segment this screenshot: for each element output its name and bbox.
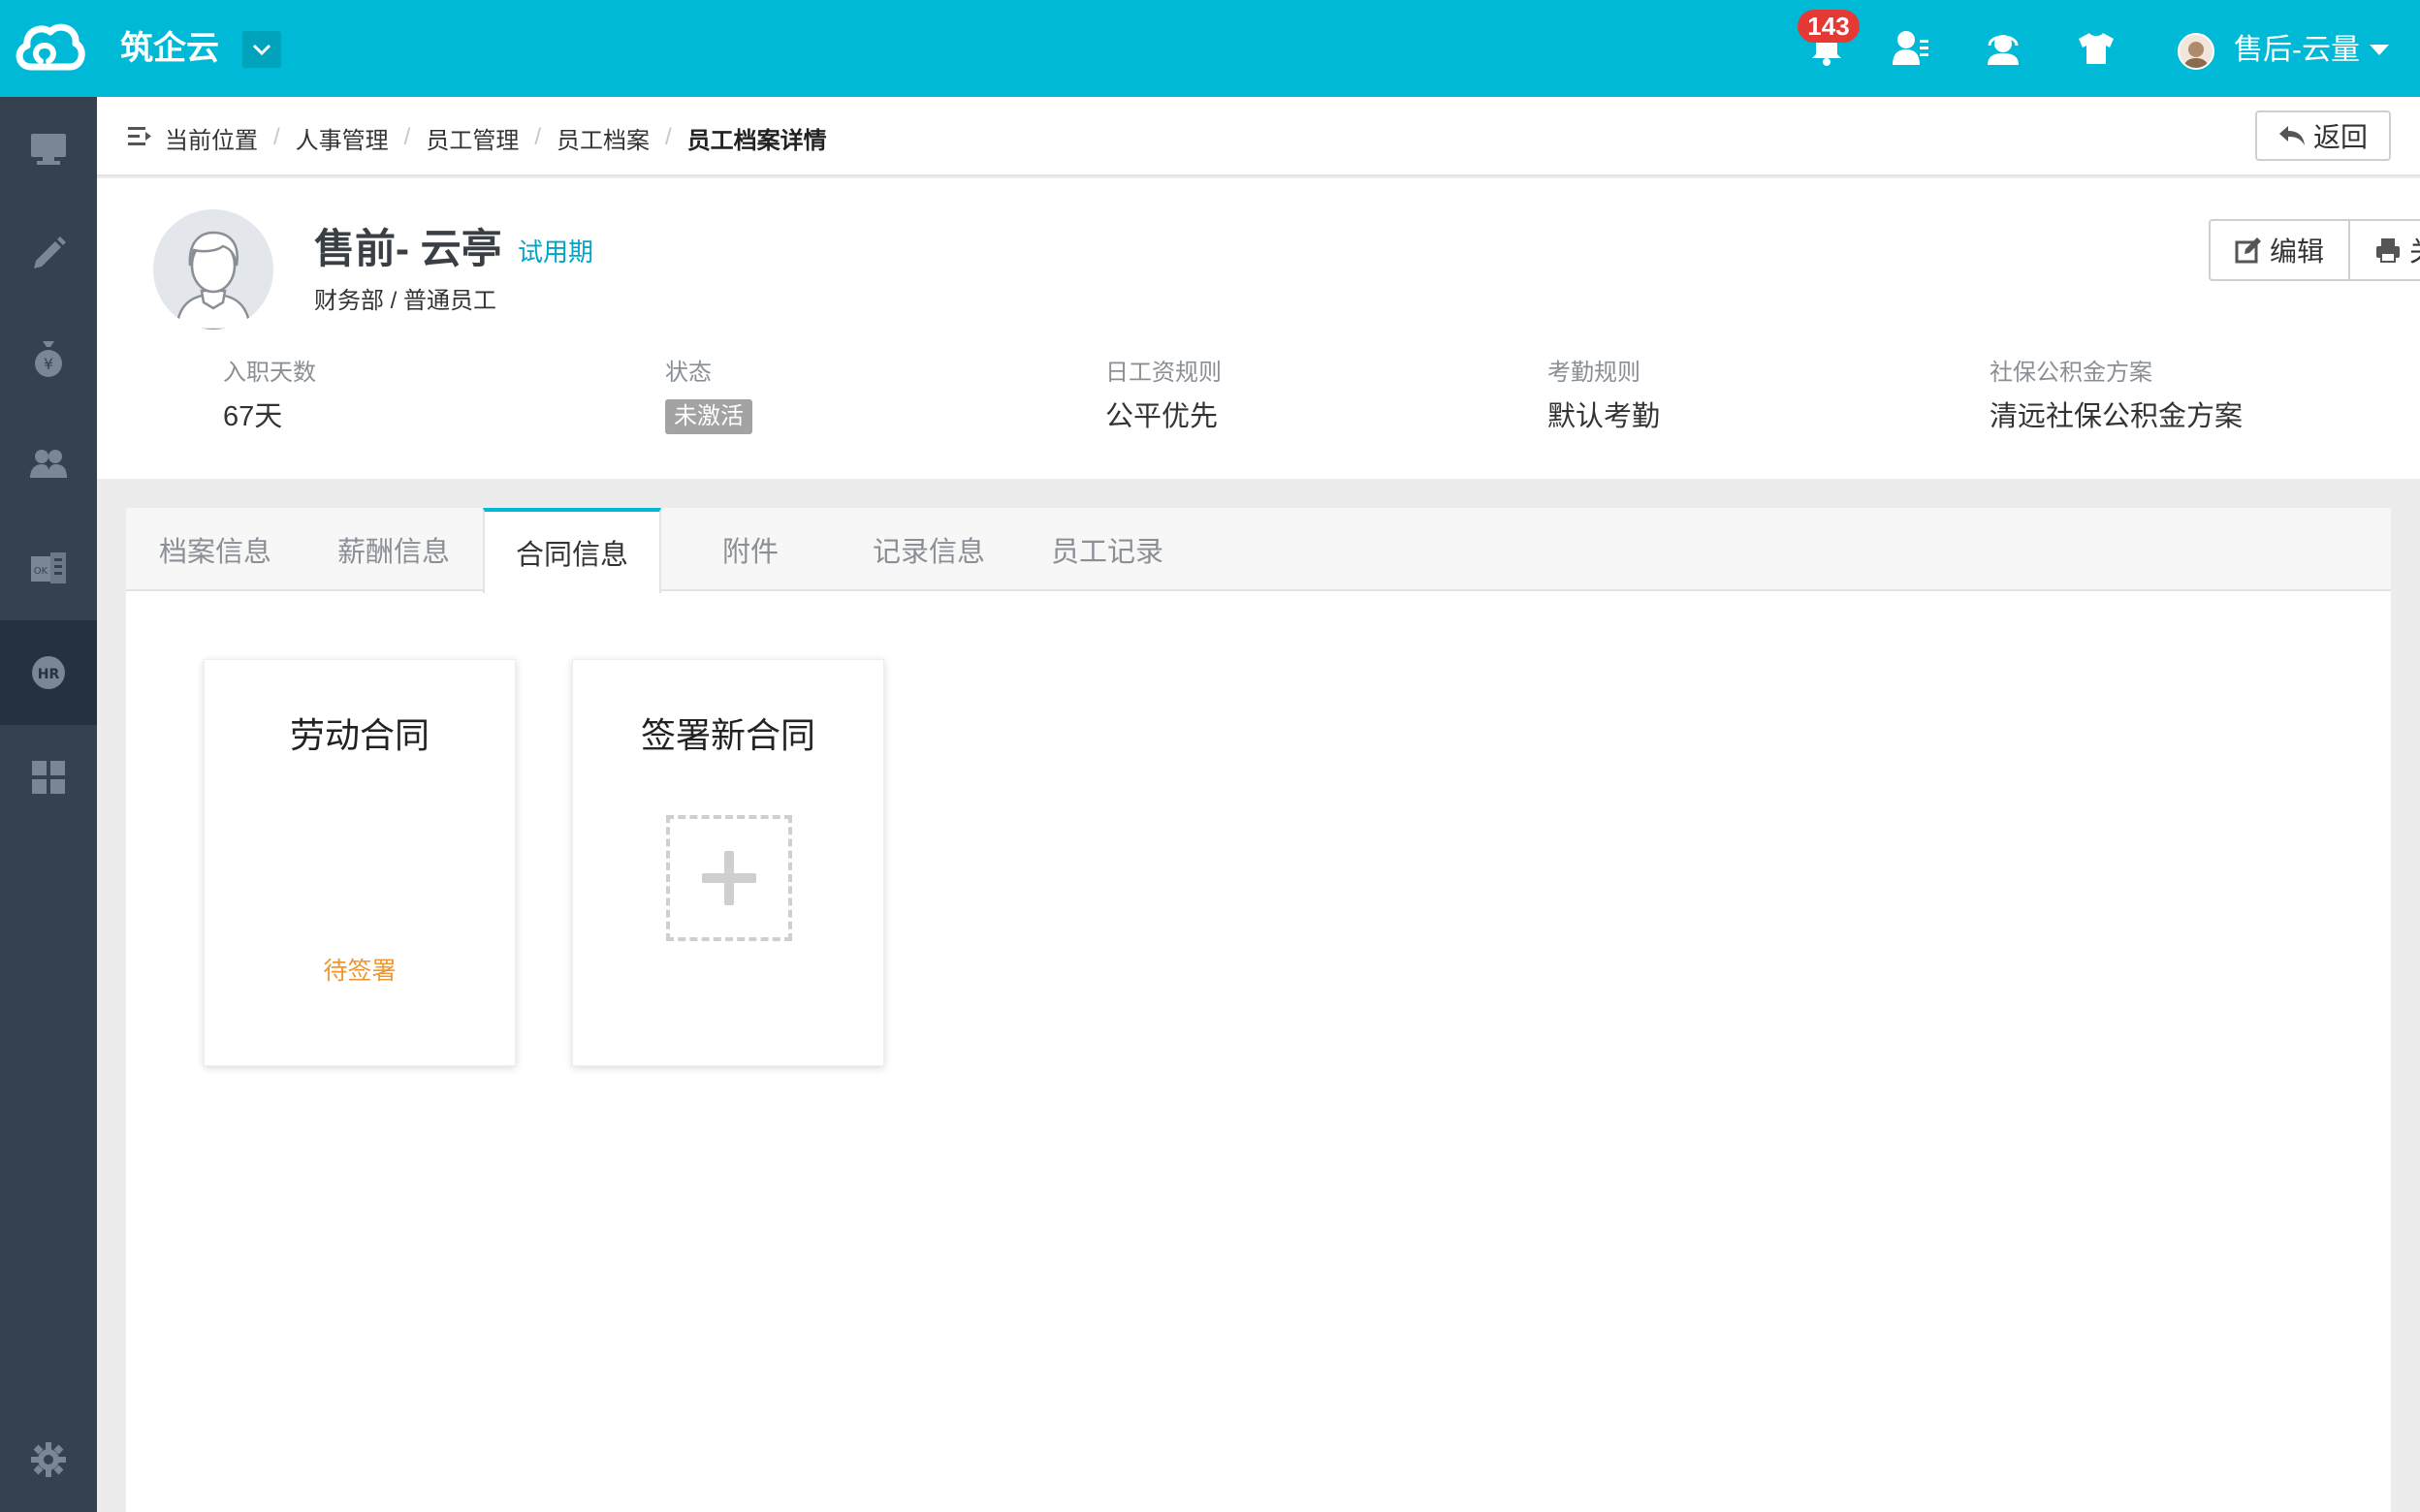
grid-icon xyxy=(32,761,65,794)
stat-label: 考勤规则 xyxy=(1547,360,1640,386)
breadcrumb-employee-management[interactable]: 员工管理 xyxy=(426,121,519,155)
breadcrumb-employee-file-detail: 员工档案详情 xyxy=(686,127,827,154)
svg-text:OK: OK xyxy=(34,566,48,577)
breadcrumb-hr-management[interactable]: 人事管理 xyxy=(296,121,389,155)
sidebar-item-settings[interactable] xyxy=(0,1407,97,1512)
back-button[interactable]: 返回 xyxy=(2255,110,2391,161)
employee-name: 售前- 云亭 xyxy=(314,226,502,271)
employee-department: 财务部 / 普通员工 xyxy=(314,288,497,314)
notification-badge: 143 xyxy=(1798,10,1860,43)
user-avatar[interactable] xyxy=(2178,33,2214,70)
breadcrumb: 当前位置 / 人事管理 / 员工管理 / 员工档案 / 员工档案详情 xyxy=(165,120,827,155)
breadcrumb-current-position: 当前位置 xyxy=(165,127,258,154)
sidebar-item-apps[interactable] xyxy=(0,725,97,830)
tab-bar: 档案信息 薪酬信息 合同信息 附件 记录信息 员工记录 xyxy=(126,508,2391,593)
pending-signature-status: 待签署 xyxy=(323,958,397,985)
sidebar: ¥ OK HR xyxy=(0,97,97,1512)
shirt-icon[interactable] xyxy=(2075,27,2118,70)
app-title: 筑企云 xyxy=(120,30,219,67)
stat-value: 清远社保公积金方案 xyxy=(1990,401,2244,432)
sidebar-item-hr[interactable]: HR xyxy=(0,620,97,725)
stat-label: 入职天数 xyxy=(223,360,316,386)
inactive-status-tag: 未激活 xyxy=(665,399,752,434)
contract-card-title: 劳动合同 xyxy=(289,715,430,755)
users-icon xyxy=(30,450,67,478)
back-button-label: 返回 xyxy=(2312,122,2368,152)
tab-salary-info[interactable]: 薪酬信息 xyxy=(304,508,483,591)
employee-profile-panel: 售前- 云亭 试用期 财务部 / 普通员工 编辑 关闭 入职天数 67天 状态 … xyxy=(97,178,2420,479)
print-icon xyxy=(2375,238,2400,263)
labor-contract-card[interactable]: 劳动合同 待签署 xyxy=(204,659,516,1066)
stat-attendance-rule: 考勤规则 默认考勤 xyxy=(1547,359,1660,434)
app-logo-icon[interactable] xyxy=(0,0,97,97)
new-contract-card[interactable]: 签署新合同 xyxy=(572,659,884,1066)
sidebar-item-finance[interactable]: ¥ xyxy=(0,306,97,411)
stat-label: 状态 xyxy=(665,360,712,386)
close-button-label: 关闭 xyxy=(2409,231,2420,269)
breadcrumb-bar: 当前位置 / 人事管理 / 员工管理 / 员工档案 / 员工档案详情 xyxy=(97,97,2420,176)
breadcrumb-employee-files[interactable]: 员工档案 xyxy=(557,121,650,155)
sidebar-item-ok[interactable]: OK xyxy=(0,516,97,620)
tab-record-info[interactable]: 记录信息 xyxy=(840,508,1018,591)
gear-icon xyxy=(31,1442,66,1477)
content-panel: 档案信息 薪酬信息 合同信息 附件 记录信息 员工记录 劳动合同 待签署 签署新… xyxy=(126,508,2391,1512)
stat-value: 默认考勤 xyxy=(1547,401,1661,432)
stat-employment-days: 入职天数 67天 xyxy=(223,359,316,434)
employee-avatar xyxy=(153,209,273,330)
plus-icon xyxy=(702,851,756,905)
ok-book-icon: OK xyxy=(31,552,66,583)
stat-value: 公平优先 xyxy=(1105,401,1219,432)
profile-action-group: 编辑 关闭 xyxy=(2209,219,2420,281)
chevron-down-icon xyxy=(252,44,271,56)
reply-icon xyxy=(2278,126,2305,145)
tab-employee-records[interactable]: 员工记录 xyxy=(1018,508,1196,591)
tab-contract-info[interactable]: 合同信息 xyxy=(483,508,661,593)
monitor-icon xyxy=(31,134,66,165)
sidebar-item-edit[interactable] xyxy=(0,202,97,306)
stat-value: 67天 xyxy=(223,401,283,432)
contacts-icon[interactable] xyxy=(1889,27,1931,70)
top-bar: 筑企云 143 售后-云量 xyxy=(0,0,2420,97)
outdent-menu-icon[interactable] xyxy=(128,126,153,147)
customer-service-icon[interactable] xyxy=(1982,27,2024,70)
app-switch-dropdown[interactable] xyxy=(242,31,281,68)
stat-daily-wage-rule: 日工资规则 公平优先 xyxy=(1105,359,1222,434)
edit-button-label: 编辑 xyxy=(2269,236,2324,267)
caret-down-icon[interactable] xyxy=(2370,45,2389,55)
sidebar-item-users[interactable] xyxy=(0,411,97,516)
stat-social-security-plan: 社保公积金方案 清远社保公积金方案 xyxy=(1990,359,2243,434)
sidebar-item-dashboard[interactable] xyxy=(0,97,97,202)
user-name[interactable]: 售后-云量 xyxy=(2234,33,2360,68)
hr-icon: HR xyxy=(32,656,65,689)
tab-attachments[interactable]: 附件 xyxy=(661,508,840,591)
new-contract-title: 签署新合同 xyxy=(640,715,815,755)
edit-icon xyxy=(2235,237,2261,264)
probation-status-badge: 试用期 xyxy=(518,237,594,267)
svg-text:¥: ¥ xyxy=(44,355,53,373)
add-contract-button[interactable] xyxy=(666,815,792,941)
close-button[interactable]: 关闭 xyxy=(2348,221,2420,279)
stat-status: 状态 未激活 xyxy=(665,359,752,434)
tab-file-info[interactable]: 档案信息 xyxy=(126,508,304,591)
edit-button[interactable]: 编辑 xyxy=(2211,221,2348,279)
stat-label: 社保公积金方案 xyxy=(1990,360,2152,386)
svg-text:HR: HR xyxy=(38,667,60,682)
money-bag-icon: ¥ xyxy=(35,341,62,377)
pencil-icon xyxy=(34,236,66,268)
stat-label: 日工资规则 xyxy=(1105,360,1222,386)
